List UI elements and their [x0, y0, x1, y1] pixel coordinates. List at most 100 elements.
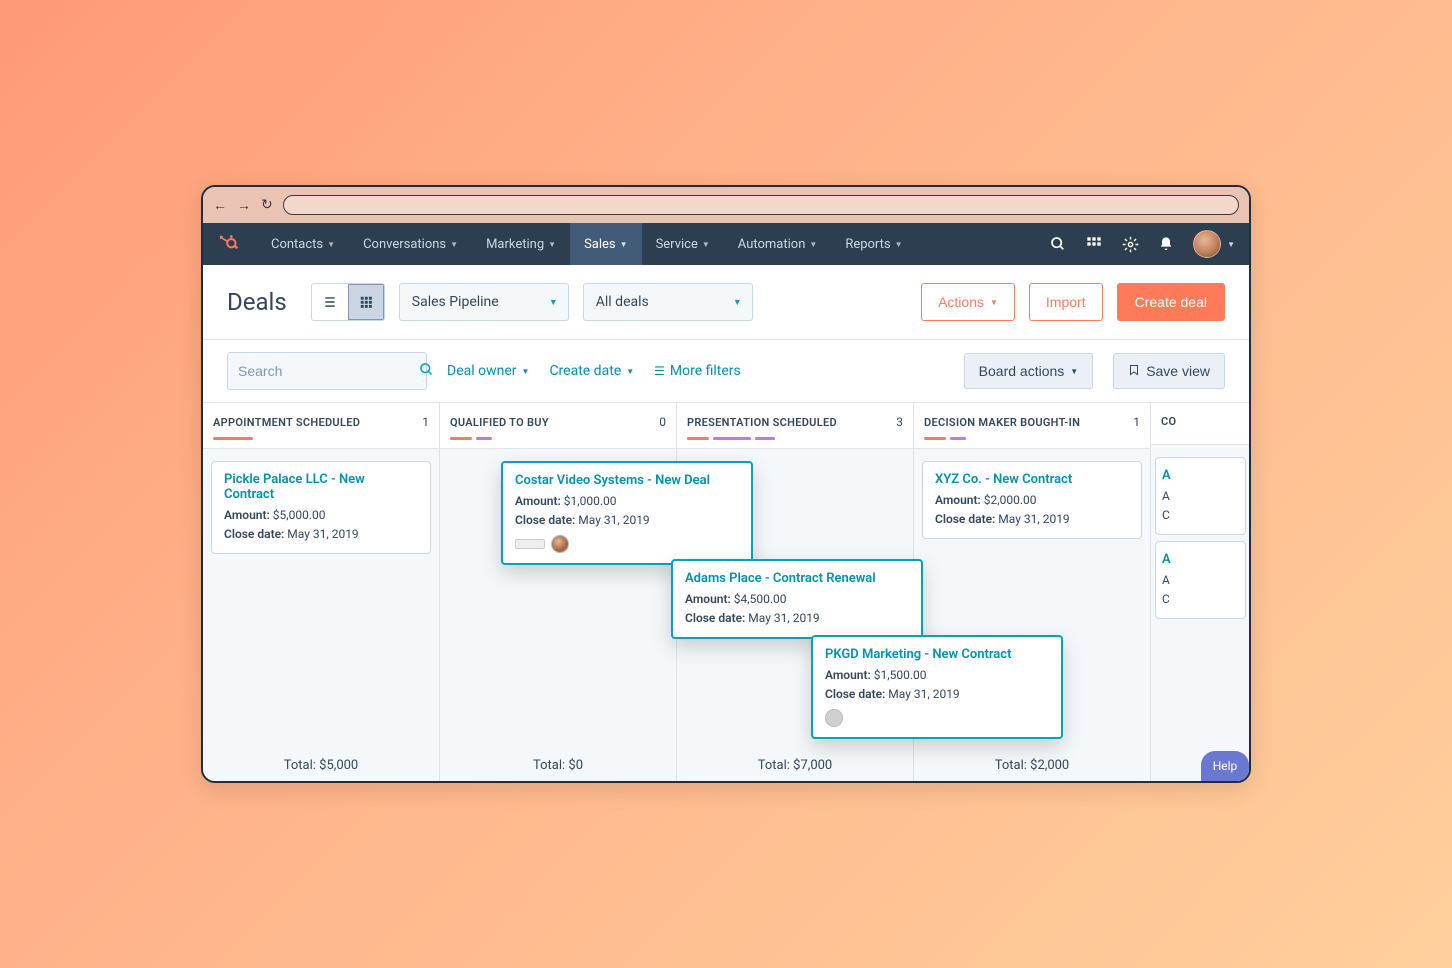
search-icon[interactable] [1049, 235, 1067, 253]
marketplace-icon[interactable] [1085, 235, 1103, 253]
column-title: QUALIFIED TO BUY [450, 416, 549, 429]
top-nav: Contacts▼Conversations▼Marketing▼Sales▼S… [203, 223, 1249, 265]
column-count: 1 [1133, 415, 1140, 429]
settings-icon[interactable] [1121, 235, 1139, 253]
column-total: Total: $5,000 [203, 750, 439, 781]
column-count: 3 [896, 415, 903, 429]
help-button[interactable]: Help [1201, 751, 1249, 781]
board-actions-button[interactable]: Board actions ▼ [964, 353, 1094, 389]
import-button[interactable]: Import [1029, 283, 1103, 321]
board-column: APPOINTMENT SCHEDULED 1 Pickle Palace LL… [203, 403, 440, 781]
nav-label: Marketing [486, 237, 544, 252]
column-count: 1 [422, 415, 429, 429]
deal-card-dragging[interactable]: PKGD Marketing - New Contract Amount: $1… [811, 635, 1063, 739]
nav-item-conversations[interactable]: Conversations ▼ [349, 223, 472, 265]
column-body[interactable]: Pickle Palace LLC - New Contract Amount:… [203, 449, 439, 750]
column-header: CO [1151, 403, 1249, 445]
chevron-down-icon: ▼ [549, 297, 558, 308]
forward-icon[interactable]: → [237, 197, 251, 214]
search-icon[interactable] [419, 362, 434, 381]
search-input[interactable] [238, 363, 419, 379]
deal-title: Adams Place - Contract Renewal [685, 571, 909, 586]
column-body[interactable]: A A C A A C [1151, 445, 1249, 765]
deal-title: Pickle Palace LLC - New Contract [224, 472, 418, 502]
deal-close-date: C [1162, 506, 1239, 525]
create-deal-button[interactable]: Create deal [1117, 283, 1225, 321]
view-select[interactable]: All deals ▼ [583, 283, 753, 321]
deal-amount: Amount: $5,000.00 [224, 506, 418, 525]
create-date-filter[interactable]: Create date ▼ [549, 363, 634, 379]
deal-close-date: Close date: May 31, 2019 [825, 685, 1049, 704]
url-bar[interactable] [283, 195, 1239, 215]
nav-item-sales[interactable]: Sales ▼ [570, 223, 641, 265]
deal-close-date: Close date: May 31, 2019 [515, 511, 739, 530]
browser-toolbar: ← → ↻ [203, 187, 1249, 223]
deal-amount: Amount: $1,000.00 [515, 492, 739, 511]
deal-title: XYZ Co. - New Contract [935, 472, 1129, 487]
view-toggle [311, 283, 385, 321]
deal-card[interactable]: A A C [1155, 457, 1246, 535]
deal-card-dragging[interactable]: Costar Video Systems - New Deal Amount: … [501, 461, 753, 565]
deal-card[interactable]: Pickle Palace LLC - New Contract Amount:… [211, 461, 431, 554]
nav-item-reports[interactable]: Reports ▼ [831, 223, 916, 265]
deal-card-dragging[interactable]: Adams Place - Contract Renewal Amount: $… [671, 559, 923, 639]
search-box [227, 352, 427, 390]
company-badge-icon [515, 539, 545, 549]
owner-avatar-icon [825, 709, 843, 727]
deal-amount: Amount: $2,000.00 [935, 491, 1129, 510]
page-title: Deals [227, 288, 287, 316]
user-menu[interactable]: ▼ [1193, 230, 1235, 258]
deal-card[interactable]: A A C [1155, 541, 1246, 619]
deal-amount: Amount: $4,500.00 [685, 590, 909, 609]
deal-close-date: Close date: May 31, 2019 [935, 510, 1129, 529]
deal-owner-filter[interactable]: Deal owner ▼ [447, 363, 529, 379]
board-column: CO A A C A A C [1151, 403, 1249, 781]
more-filters-button[interactable]: ☰ More filters [654, 363, 741, 379]
chevron-down-icon: ▼ [450, 240, 458, 249]
deal-close-date: Close date: May 31, 2019 [685, 609, 909, 628]
deal-title: Costar Video Systems - New Deal [515, 473, 739, 488]
filter-icon: ☰ [654, 364, 665, 378]
back-icon[interactable]: ← [213, 197, 227, 214]
deal-card[interactable]: XYZ Co. - New Contract Amount: $2,000.00… [922, 461, 1142, 539]
chevron-down-icon: ▼ [809, 240, 817, 249]
bookmark-icon [1128, 364, 1140, 379]
column-progress-bars [924, 437, 1140, 440]
list-view-button[interactable] [312, 284, 348, 320]
deal-owner-avatars [825, 709, 1049, 727]
column-progress-bars [213, 437, 429, 440]
deal-title: A [1162, 552, 1239, 567]
reload-icon[interactable]: ↻ [261, 197, 273, 214]
nav-item-contacts[interactable]: Contacts▼ [257, 223, 349, 265]
chevron-down-icon: ▼ [733, 297, 742, 308]
deal-amount: A [1162, 571, 1239, 590]
nav-label: Conversations [363, 237, 446, 252]
pipeline-select[interactable]: Sales Pipeline ▼ [399, 283, 569, 321]
owner-avatar-icon [551, 535, 569, 553]
actions-button[interactable]: Actions ▼ [921, 283, 1015, 321]
chevron-down-icon: ▼ [1227, 240, 1235, 249]
nav-item-service[interactable]: Service▼ [642, 223, 724, 265]
filter-toolbar: Deal owner ▼ Create date ▼ ☰ More filter… [203, 340, 1249, 402]
chevron-down-icon: ▼ [702, 240, 710, 249]
column-total: Total: $2,000 [914, 750, 1150, 781]
save-view-button[interactable]: Save view [1113, 353, 1225, 389]
chevron-down-icon: ▼ [327, 240, 335, 249]
column-header: QUALIFIED TO BUY 0 [440, 403, 676, 449]
chevron-down-icon: ▼ [620, 240, 628, 249]
nav-label: Reports [845, 237, 890, 252]
page-toolbar: Deals Sales Pipeline ▼ All deals ▼ Actio… [203, 265, 1249, 340]
nav-label: Automation [738, 237, 806, 252]
hubspot-logo-icon[interactable] [217, 233, 239, 255]
notification-icon[interactable] [1157, 235, 1175, 253]
column-title: CO [1161, 415, 1176, 428]
nav-label: Sales [584, 237, 616, 252]
deal-title: PKGD Marketing - New Contract [825, 647, 1049, 662]
chevron-down-icon: ▼ [522, 367, 530, 376]
nav-item-automation[interactable]: Automation▼ [724, 223, 832, 265]
column-total: Total: $7,000 [677, 750, 913, 781]
chevron-down-icon: ▼ [895, 240, 903, 249]
board-view-button[interactable] [348, 284, 384, 320]
deal-amount: Amount: $1,500.00 [825, 666, 1049, 685]
nav-item-marketing[interactable]: Marketing▼ [472, 223, 570, 265]
